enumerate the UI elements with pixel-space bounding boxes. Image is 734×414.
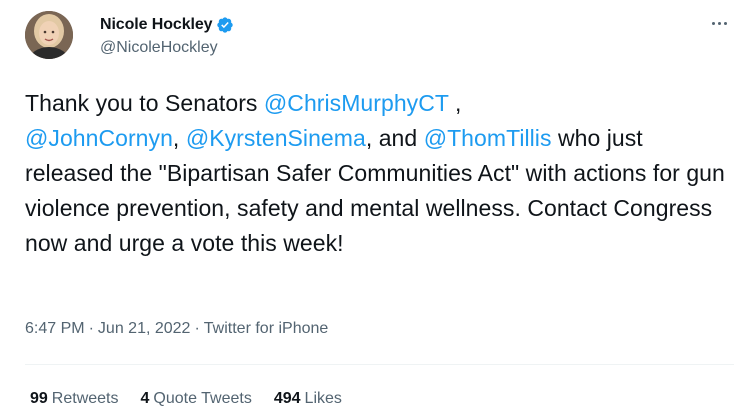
tweet-text-segment: Thank you to Senators bbox=[25, 90, 264, 116]
tweet-source[interactable]: Twitter for iPhone bbox=[204, 320, 329, 337]
tweet-text: Thank you to Senators @ChrisMurphyCT , @J… bbox=[25, 86, 725, 261]
verified-badge-icon bbox=[216, 16, 234, 34]
avatar[interactable] bbox=[25, 11, 73, 59]
tweet-meta: 6:47 PM · Jun 21, 2022 · Twitter for iPhone bbox=[25, 320, 328, 338]
quotes-label: Quote Tweets bbox=[153, 390, 252, 407]
mention-link[interactable]: @ThomTillis bbox=[424, 125, 552, 151]
more-dot bbox=[717, 21, 721, 25]
tweet-text-segment: , bbox=[448, 90, 462, 116]
likes-label: Likes bbox=[304, 390, 342, 407]
more-dot bbox=[723, 21, 727, 25]
tweet-date[interactable]: Jun 21, 2022 bbox=[98, 320, 191, 337]
retweets-stat[interactable]: 99 Retweets bbox=[30, 390, 119, 408]
more-options-icon[interactable] bbox=[708, 16, 730, 30]
retweets-count: 99 bbox=[30, 390, 48, 407]
mention-link[interactable]: @JohnCornyn bbox=[25, 125, 173, 151]
mention-link[interactable]: @KyrstenSinema bbox=[186, 125, 366, 151]
author-display-name[interactable]: Nicole Hockley bbox=[100, 16, 213, 34]
meta-separator: · bbox=[194, 320, 200, 337]
mention-link[interactable]: @ChrisMurphyCT bbox=[264, 90, 449, 116]
tweet-stats: 99 Retweets 4 Quote Tweets 494 Likes bbox=[30, 390, 342, 408]
tweet-text-segment: , bbox=[172, 125, 186, 151]
likes-count: 494 bbox=[273, 390, 301, 407]
tweet-text-segment: , and bbox=[365, 125, 424, 151]
meta-separator: · bbox=[88, 320, 94, 337]
quotes-count: 4 bbox=[140, 390, 150, 407]
author-handle[interactable]: @NicoleHockley bbox=[100, 39, 234, 57]
retweets-label: Retweets bbox=[51, 390, 119, 407]
tweet-card: Nicole Hockley @NicoleHockley Thank you … bbox=[0, 0, 734, 414]
tweet-time[interactable]: 6:47 PM bbox=[25, 320, 85, 337]
likes-stat[interactable]: 494 Likes bbox=[274, 390, 342, 408]
author-info: Nicole Hockley @NicoleHockley bbox=[100, 15, 234, 57]
more-dot bbox=[711, 21, 715, 25]
quote-tweets-stat[interactable]: 4 Quote Tweets bbox=[141, 390, 252, 408]
divider bbox=[25, 364, 734, 365]
